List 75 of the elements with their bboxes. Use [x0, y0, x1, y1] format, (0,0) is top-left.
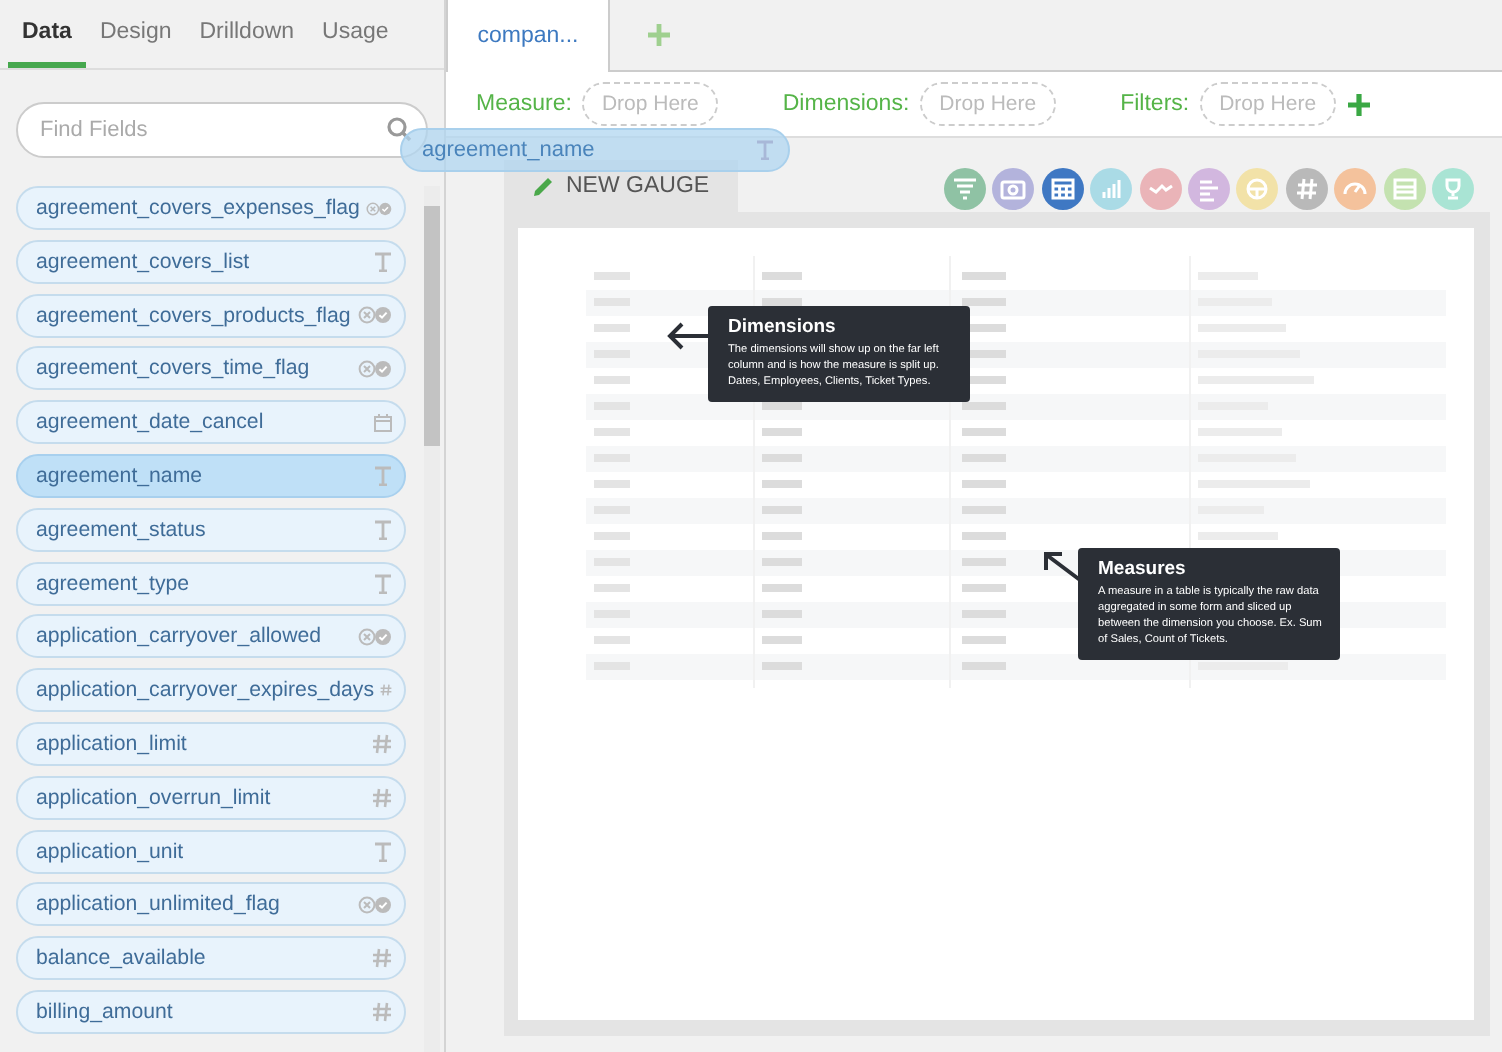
text-type-icon — [374, 573, 392, 594]
field-item[interactable]: balance_available — [16, 936, 406, 981]
field-item[interactable]: agreement_covers_products_flag — [16, 293, 406, 338]
document-tab[interactable]: compan... — [446, 0, 610, 72]
scrollbar[interactable] — [424, 186, 440, 1052]
field-item[interactable]: application_limit — [16, 721, 406, 766]
field-item[interactable]: agreement_date_cancel — [16, 400, 406, 445]
toggle-icon — [358, 359, 392, 378]
field-item[interactable]: agreement_type — [16, 561, 406, 606]
dragged-field[interactable]: agreement_name — [400, 128, 790, 172]
add-icon[interactable] — [1348, 93, 1371, 115]
text-type-icon — [374, 519, 392, 540]
text-type-icon — [374, 251, 392, 272]
text-type-icon — [374, 465, 392, 486]
field-name: agreement_name — [422, 138, 597, 162]
field-name: application_limit — [36, 731, 189, 756]
sidebar-tab[interactable]: Data — [8, 0, 86, 68]
text-type-icon — [756, 140, 774, 160]
field-name: agreement_date_cancel — [36, 410, 266, 435]
number-chart-type-icon[interactable] — [1285, 168, 1328, 210]
tooltip-title: Measures — [1098, 558, 1188, 580]
hash-icon — [380, 680, 392, 701]
toggle-icon — [358, 306, 392, 325]
drop-zone-label: Measure: — [476, 92, 572, 116]
toggle-icon — [365, 199, 392, 217]
hash-icon — [372, 787, 392, 808]
field-item[interactable]: agreement_name — [16, 453, 406, 498]
table-chart-type-icon[interactable] — [1041, 168, 1084, 210]
field-name: application_carryover_allowed — [36, 624, 324, 649]
drop-zone-label: Filters: — [1120, 92, 1190, 116]
field-item[interactable]: application_overrun_limit — [16, 775, 406, 820]
hash-icon — [372, 1001, 392, 1022]
gauge-chart-type-icon[interactable] — [1334, 168, 1377, 210]
field-item[interactable]: application_carryover_allowed — [16, 614, 406, 659]
drop-zone-label: Dimensions: — [782, 92, 910, 116]
field-name: application_overrun_limit — [36, 785, 273, 810]
wheel-chart-type-icon[interactable] — [1236, 168, 1279, 210]
field-item[interactable]: agreement_covers_list — [16, 239, 406, 284]
field-name: application_unlimited_flag — [36, 892, 282, 917]
card-chart-type-icon[interactable] — [1383, 168, 1426, 210]
hbar-chart-type-icon[interactable] — [1188, 168, 1231, 210]
field-name: application_unit — [36, 839, 186, 864]
hash-icon — [372, 948, 392, 969]
text-type-icon — [374, 841, 392, 862]
toggle-icon — [358, 627, 392, 646]
field-name: agreement_covers_list — [36, 249, 252, 274]
field-name: agreement_covers_time_flag — [36, 356, 312, 381]
hash-icon — [372, 733, 392, 754]
field-name: application_carryover_expires_days — [36, 678, 375, 703]
field-name: balance_available — [36, 946, 208, 971]
field-item[interactable]: application_unlimited_flag — [16, 882, 406, 927]
trophy-chart-type-icon[interactable] — [1432, 168, 1474, 210]
field-item[interactable]: agreement_covers_time_flag — [16, 346, 406, 391]
field-name: agreement_covers_products_flag — [36, 303, 352, 328]
field-name: agreement_status — [36, 517, 208, 542]
field-name: agreement_type — [36, 571, 192, 596]
field-name: agreement_name — [36, 463, 205, 488]
gauge-title: NEW GAUGE — [566, 174, 710, 198]
tooltip-title: Dimensions — [728, 316, 838, 338]
toggle-icon — [358, 895, 392, 914]
line-chart-type-icon[interactable] — [1139, 168, 1182, 210]
sidebar-tab[interactable]: Drilldown — [185, 0, 309, 68]
funnel-chart-type-icon[interactable] — [944, 168, 987, 210]
add-tab-icon[interactable] — [648, 24, 670, 46]
camera-chart-type-icon[interactable] — [992, 168, 1035, 210]
calendar-icon — [374, 413, 392, 432]
field-item[interactable]: agreement_covers_expenses_flag — [16, 186, 406, 230]
field-item[interactable]: agreement_status — [16, 507, 406, 552]
field-item[interactable]: billing_amount — [16, 989, 406, 1034]
sidebar-tab[interactable]: Design — [85, 0, 186, 68]
field-name: billing_amount — [36, 999, 175, 1024]
field-item[interactable]: application_carryover_expires_days — [16, 668, 406, 713]
field-item[interactable]: application_unit — [16, 829, 406, 874]
sidebar-tab[interactable]: Usage — [308, 0, 403, 68]
field-name: agreement_covers_expenses_flag — [36, 196, 360, 220]
